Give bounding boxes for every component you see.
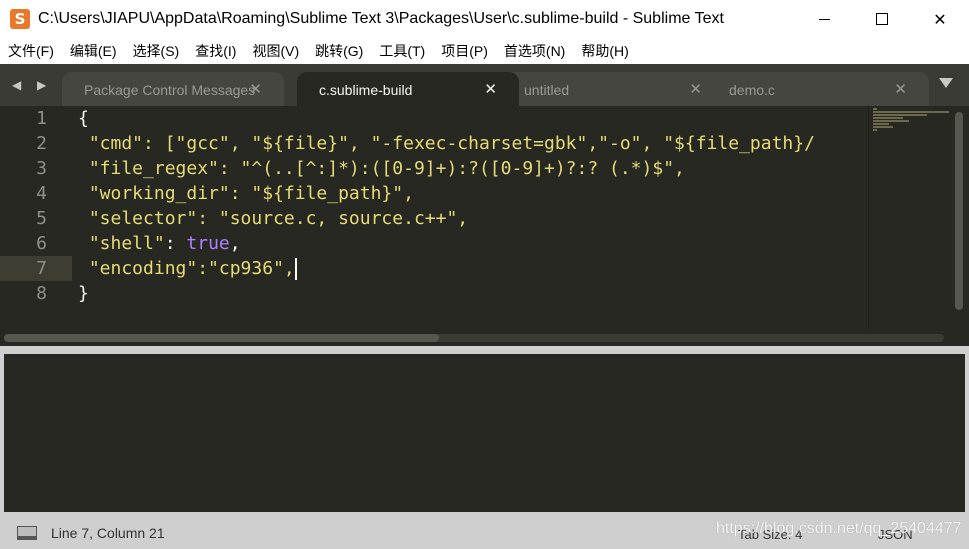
code-line-1: { [78,108,89,129]
menu-goto[interactable]: 跳转(G) [307,41,371,61]
build-output-panel[interactable] [4,354,965,512]
close-icon: ✕ [933,9,947,29]
menu-bar: 文件(F) 编辑(E) 选择(S) 查找(I) 视图(V) 跳转(G) 工具(T… [0,38,969,64]
minimap-line [873,108,877,110]
menu-tools[interactable]: 工具(T) [371,41,433,61]
minimap-line [873,117,903,119]
menu-find[interactable]: 查找(I) [187,41,244,61]
code-line-4: "working_dir": "${file_path}", [78,183,414,204]
line-number: 6 [36,233,47,254]
json-boolean: true [186,233,230,254]
code-line-7: "encoding":"cp936", [78,256,297,281]
tab-close-icon[interactable]: ✕ [484,80,497,98]
tab-label: c.sublime-build [319,82,413,98]
code-line-7-text: "encoding":"cp936", [78,258,295,279]
line-number: 7 [36,258,47,279]
menu-help[interactable]: 帮助(H) [573,41,636,61]
window-title: C:\Users\JIAPU\AppData\Roaming\Sublime T… [38,10,724,27]
tab-close-icon[interactable]: ✕ [249,80,262,98]
minimize-icon [818,18,830,20]
vertical-scrollbar-thumb[interactable] [955,112,963,310]
maximize-icon [876,13,888,25]
line-number-gutter: 1 2 3 4 5 6 7 8 [0,106,68,330]
tab-c-sublime-build[interactable]: c.sublime-build ✕ [297,72,519,106]
tab-list-dropdown-icon[interactable] [939,78,953,88]
tab-close-icon[interactable]: ✕ [689,80,702,98]
text-caret [294,258,297,280]
minimap-line [873,126,893,128]
line-number: 3 [36,158,47,179]
horizontal-scrollbar-thumb[interactable] [4,334,439,342]
menu-selection[interactable]: 选择(S) [125,41,188,61]
minimap-line [873,129,877,131]
tab-untitled[interactable]: untitled ✕ [502,72,724,106]
json-comma: , [229,233,241,254]
menu-edit[interactable]: 编辑(E) [62,41,125,61]
watermark: https://blog.csdn.net/qq_25404477 [716,520,962,537]
minimap-line [873,111,949,113]
cursor-position[interactable]: Line 7, Column 21 [51,525,165,541]
editor-view[interactable]: 1 2 3 4 5 6 7 8 { "cmd": ["gcc", "${file… [0,106,969,330]
code-line-2: "cmd": ["gcc", "${file}", "-fexec-charse… [78,133,815,154]
minimap-line [873,123,889,125]
code-line-3: "file_regex": "^(..[^:]*):([0-9]+):?([0-… [78,158,685,179]
tab-demo-c[interactable]: demo.c ✕ [707,72,929,106]
tab-label: demo.c [729,82,775,98]
tab-nav-arrows-icon[interactable]: ◀ ▶ [12,78,52,92]
tab-package-control-messages[interactable]: Package Control Messages ✕ [62,72,284,106]
minimap-line [873,114,927,116]
menu-file[interactable]: 文件(F) [0,41,62,61]
tab-close-icon[interactable]: ✕ [894,80,907,98]
code-line-5: "selector": "source.c, source.c++", [78,208,469,229]
tab-label: Package Control Messages [84,82,256,98]
panel-toggle-icon[interactable] [17,526,37,540]
line-number: 2 [36,133,47,154]
sublime-app-icon: S [10,9,30,29]
line-number: 1 [36,108,47,129]
close-button[interactable]: ✕ [911,0,969,38]
code-line-6: "shell": true, [78,231,241,256]
menu-project[interactable]: 项目(P) [433,41,496,61]
menu-preferences[interactable]: 首选项(N) [496,41,573,61]
minimap[interactable] [868,106,953,330]
line-number: 4 [36,183,47,204]
line-number: 8 [36,283,47,304]
tab-bar: ◀ ▶ Package Control Messages ✕ untitled … [0,64,969,106]
minimize-button[interactable] [795,0,853,38]
line-number: 5 [36,208,47,229]
json-key: "shell" [78,233,165,254]
menu-view[interactable]: 视图(V) [244,41,307,61]
tab-label: untitled [524,82,570,98]
code-line-8: } [78,283,89,304]
title-bar: S C:\Users\JIAPU\AppData\Roaming\Sublime… [0,0,969,38]
code-area[interactable]: { "cmd": ["gcc", "${file}", "-fexec-char… [78,106,868,330]
maximize-button[interactable] [853,0,911,38]
minimap-line [873,120,909,122]
json-colon: : [164,233,187,254]
